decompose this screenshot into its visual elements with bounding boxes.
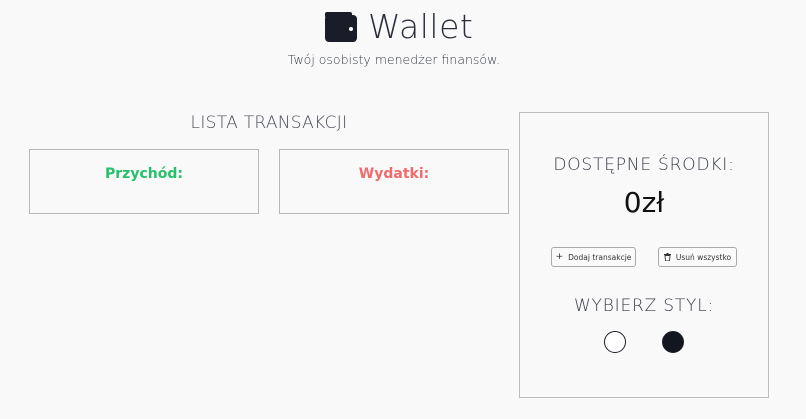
expense-box: Wydatki: [279, 149, 509, 214]
plus-icon: + [555, 251, 564, 262]
delete-all-label: Usuń wszystko [675, 252, 732, 262]
transactions-title: LISTA TRANSAKCJI [190, 113, 348, 133]
app-title: Wallet [368, 7, 474, 46]
header: Wallet Twój osobisty menedżer finansów. [0, 0, 806, 80]
balance-value: 0zł [623, 186, 665, 219]
available-funds-title: DOSTĘPNE ŚRODKI: [553, 155, 735, 175]
light-style-toggle[interactable] [604, 331, 626, 353]
app-subtitle: Twój osobisty menedżer finansów. [287, 52, 501, 67]
income-box: Przychód: [29, 149, 259, 214]
dark-style-toggle[interactable] [662, 331, 684, 353]
add-transaction-button[interactable]: + Dodaj transakcje [551, 247, 636, 267]
trash-icon [663, 253, 671, 261]
add-transaction-label: Dodaj transakcje [568, 252, 632, 262]
funds-panel: DOSTĘPNE ŚRODKI: 0zł + Dodaj transakcje … [519, 112, 769, 398]
logo: Wallet [324, 10, 473, 44]
delete-all-button[interactable]: Usuń wszystko [658, 247, 737, 267]
expense-label: Wydatki: [358, 166, 430, 182]
choose-style-title: WYBIERZ STYL: [573, 296, 715, 316]
wallet-icon [325, 12, 357, 42]
income-label: Przychód: [105, 166, 183, 182]
